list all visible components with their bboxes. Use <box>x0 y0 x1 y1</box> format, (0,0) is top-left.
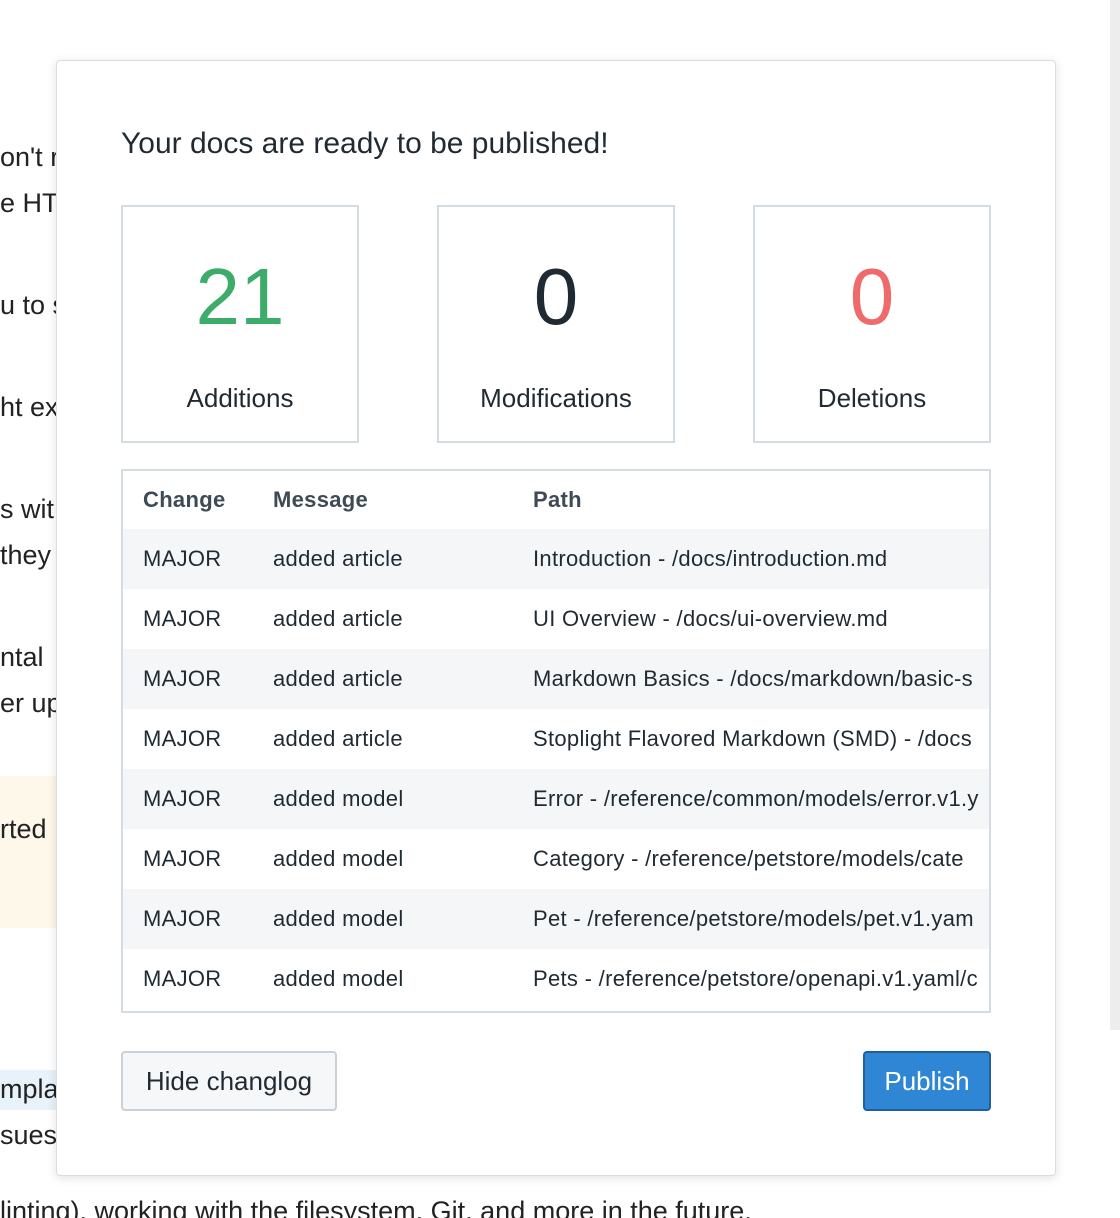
message-cell: added model <box>273 966 404 991</box>
table-row: MAJOR added article Introduction - /docs/i… <box>123 529 989 589</box>
message-cell: added model <box>273 846 404 871</box>
path-cell: Stoplight Flavored Markdown (SMD) - /doc… <box>533 726 973 751</box>
page-scrollbar[interactable] <box>1110 0 1120 1030</box>
background-text: u to s <box>0 290 56 320</box>
change-cell: MAJOR <box>143 606 222 631</box>
change-cell: MAJOR <box>143 666 222 691</box>
change-cell: MAJOR <box>143 786 222 811</box>
background-text: ht ex <box>0 392 56 422</box>
background-text: er up <box>0 688 56 718</box>
deletions-label: Deletions <box>817 383 927 413</box>
message-cell: added article <box>273 546 403 571</box>
modal-title: Your docs are ready to be published! <box>121 127 609 160</box>
background-text: mpla <box>0 1074 56 1104</box>
table-row: MAJOR added model Error - /reference/commo… <box>123 769 989 829</box>
additions-card: 21 Additions <box>121 205 359 443</box>
table-header-row: Change Message Path <box>123 471 989 529</box>
hide-changelog-button[interactable]: Hide changlog <box>121 1051 337 1111</box>
background-text: e HT <box>0 188 56 218</box>
changelog-table[interactable]: Change Message Path MAJOR added article In… <box>121 469 991 1013</box>
change-cell: MAJOR <box>143 546 222 571</box>
additions-label: Additions <box>186 383 294 413</box>
background-callout <box>0 776 56 928</box>
column-header-message: Message <box>273 487 369 512</box>
path-cell: Pets - /reference/petstore/openapi.v1.ya… <box>533 966 978 991</box>
column-header-path: Path <box>533 487 582 512</box>
table-row: MAJOR added model Category - /reference/pe… <box>123 829 989 889</box>
table-row: MAJOR added model Pets - /reference/petsto… <box>123 949 989 1009</box>
path-cell: Introduction - /docs/introduction.md <box>533 546 888 571</box>
message-cell: added article <box>273 666 403 691</box>
deletions-card: 0 Deletions <box>753 205 991 443</box>
table-row: MAJOR added article Markdown Basics - /doc… <box>123 649 989 709</box>
background-text: they <box>0 540 52 570</box>
change-cell: MAJOR <box>143 726 222 751</box>
background-text: on't r <box>0 142 56 172</box>
modifications-card: 0 Modifications <box>437 205 675 443</box>
background-text: rted <box>0 814 47 844</box>
background-text: sues <box>0 1120 56 1150</box>
change-cell: MAJOR <box>143 906 222 931</box>
message-cell: added model <box>273 786 404 811</box>
message-cell: added article <box>273 606 403 631</box>
table-row: MAJOR added article Stoplight Flavored Mar… <box>123 709 989 769</box>
modifications-count: 0 <box>533 252 579 341</box>
table-row: MAJOR added article UI Overview - /docs/ui… <box>123 589 989 649</box>
background-text: ntal <box>0 642 44 672</box>
path-cell: Markdown Basics - /docs/markdown/basic-s <box>533 666 973 691</box>
additions-count: 21 <box>195 252 285 341</box>
path-cell: Category - /reference/petstore/models/ca… <box>533 846 964 871</box>
message-cell: added article <box>273 726 403 751</box>
background-text: s wit <box>0 494 54 524</box>
background-text: linting), working with the filesystem, G… <box>0 1196 752 1218</box>
change-cell: MAJOR <box>143 846 222 871</box>
modifications-label: Modifications <box>480 383 632 413</box>
column-header-change: Change <box>143 487 226 512</box>
table-row: MAJOR added model Pet - /reference/petstor… <box>123 889 989 949</box>
publish-modal: Your docs are ready to be published! 21 … <box>56 60 1056 1176</box>
path-cell: Pet - /reference/petstore/models/pet.v1.… <box>533 906 974 931</box>
path-cell: UI Overview - /docs/ui-overview.md <box>533 606 888 631</box>
message-cell: added model <box>273 906 404 931</box>
change-cell: MAJOR <box>143 966 222 991</box>
path-cell: Error - /reference/common/models/error.v… <box>533 786 979 811</box>
deletions-count: 0 <box>849 252 895 341</box>
publish-button[interactable]: Publish <box>863 1051 991 1111</box>
